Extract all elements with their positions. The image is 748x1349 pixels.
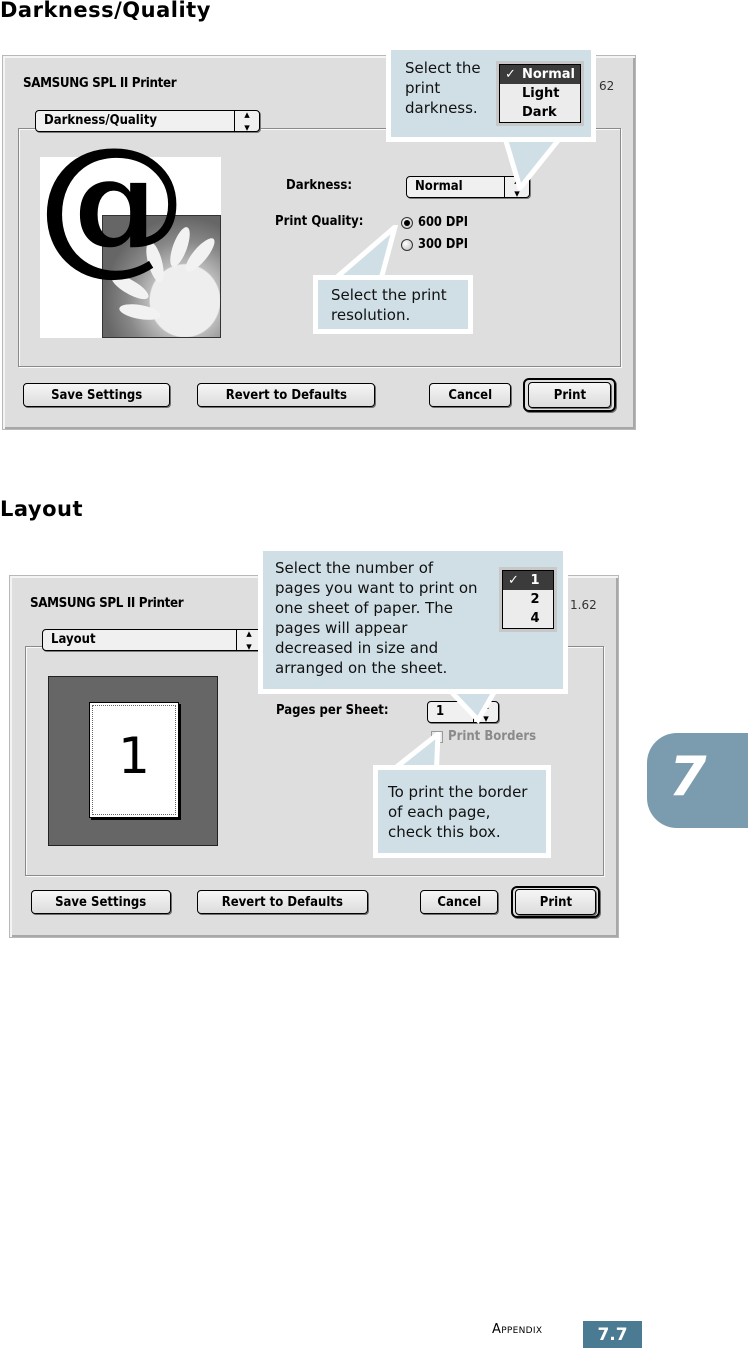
checkmark-icon: ✓ [505,67,516,82]
chapter-number: 7 [669,745,707,808]
menu-item-2: 2 [530,592,540,607]
dialog-title: SAMSUNG SPL II Printer [30,596,184,611]
callout-text: Select the print resolution. [331,286,447,324]
print-borders-label: Print Borders [448,729,537,744]
panel-popup-value: Layout [51,632,96,647]
cancel-button[interactable]: Cancel [429,383,511,407]
callout-text: Select the print darkness. [405,59,481,117]
callout-pages-per-sheet: Select the number of pages you want to p… [258,546,568,694]
darkness-menu-sample: ✓ Normal Light Dark [496,61,584,126]
darkness-label: Darkness: [286,178,353,193]
cancel-button[interactable]: Cancel [420,890,498,914]
footer-section-label: Appendix [492,1322,543,1337]
print-button[interactable]: Print [528,382,611,408]
version-label: 1.62 [570,598,597,612]
menu-item-1: ✓ 1 [503,571,553,590]
callout-darkness: Select the print darkness. ✓ Normal Light… [386,45,596,142]
callout-text: To print the border of each page, check … [388,783,528,841]
menu-item-dark: Dark [522,105,557,120]
callout-text: Select the number of pages you want to p… [275,559,478,677]
updown-arrows-icon: ▴▾ [234,108,259,134]
preview-sheet: 1 [89,702,179,818]
chapter-tab: 7 [647,733,748,828]
section-heading-layout: Layout [0,497,84,521]
checkmark-icon: ✓ [508,573,519,588]
preview-page-number: 1 [118,727,150,785]
menu-item-normal: ✓ Normal [500,65,580,84]
section-heading-darkness-quality: Darkness/Quality [0,0,211,22]
revert-to-defaults-button[interactable]: Revert to Defaults [197,383,375,407]
print-preview-image: @ [37,127,221,338]
pages-menu-sample: ✓ 1 2 4 [499,567,557,632]
at-sign-graphic: @ [37,114,187,290]
callout-resolution: Select the print resolution. [313,275,473,334]
print-button[interactable]: Print [515,889,596,915]
footer-page-number: 7.7 [583,1321,642,1348]
panel-popup-menu[interactable]: Layout ▴ ▾ [42,627,262,653]
save-settings-button[interactable]: Save Settings [31,890,171,914]
save-settings-button[interactable]: Save Settings [23,383,170,407]
layout-preview: 1 [48,676,218,846]
dialog-title: SAMSUNG SPL II Printer [23,76,177,91]
revert-to-defaults-button[interactable]: Revert to Defaults [197,890,368,914]
menu-item-4: 4 [530,611,540,626]
menu-item-light: Light [522,86,560,101]
callout-print-borders: To print the border of each page, check … [373,765,551,858]
pages-per-sheet-label: Pages per Sheet: [276,703,389,718]
